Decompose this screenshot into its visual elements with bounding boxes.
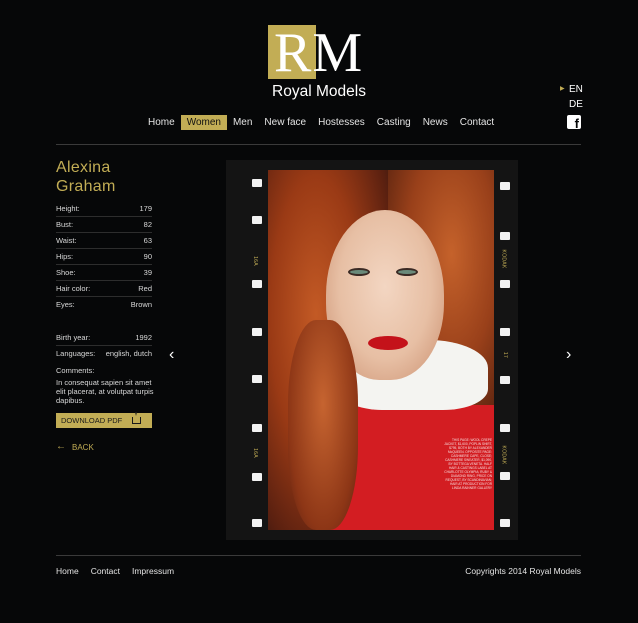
stat-row-hips: Hips: 90 xyxy=(56,249,152,265)
language-switcher: ▶ EN DE xyxy=(560,82,583,112)
film-sprocket xyxy=(500,280,510,288)
film-edge-label: 17 xyxy=(502,351,509,359)
film-sprocket xyxy=(500,232,510,240)
film-sprocket xyxy=(500,376,510,384)
language-de[interactable]: DE xyxy=(560,97,583,112)
photo-credits: THIS PAGE: WOOL CREPE JACKET, $1,600, PO… xyxy=(444,438,492,490)
footer-link-contact[interactable]: Contact xyxy=(91,566,120,576)
film-sprocket xyxy=(500,472,510,480)
model-measurements: Height: 179 Bust: 82 Waist: 63 Hips: 90 Shoe… xyxy=(56,201,152,313)
photo-lips xyxy=(368,336,408,350)
film-sprocket xyxy=(500,182,510,190)
film-sprocket xyxy=(252,328,262,336)
logo-initials: RM xyxy=(274,22,364,84)
back-link[interactable]: ← BACK xyxy=(56,442,94,452)
chevron-left-icon[interactable]: ‹ xyxy=(169,347,174,363)
nav-item-men[interactable]: Men xyxy=(227,115,258,130)
detail-row-birth-year: Birth year: 1992 xyxy=(56,330,152,346)
footer-divider xyxy=(56,555,581,556)
nav-item-home[interactable]: Home xyxy=(142,115,181,130)
chevron-right-icon[interactable]: › xyxy=(566,347,571,363)
footer-links: Home Contact Impressum xyxy=(56,566,174,576)
download-pdf-button[interactable]: DOWNLOAD PDF xyxy=(56,412,152,428)
film-edge-label: 16A xyxy=(251,256,258,266)
photo-hair xyxy=(288,320,358,530)
film-sprocket xyxy=(252,216,262,224)
comments-label: Comments: xyxy=(56,366,95,375)
film-sprocket xyxy=(500,519,510,527)
nav-item-new-face[interactable]: New face xyxy=(258,115,312,130)
film-edge-label: KODAK xyxy=(500,445,507,465)
model-first-name: Alexina xyxy=(56,159,111,176)
facebook-icon[interactable]: f xyxy=(567,115,581,130)
logo-brand-name: Royal Models xyxy=(272,83,366,100)
model-last-name: Graham xyxy=(56,178,116,195)
photo-eye xyxy=(396,268,418,276)
main-nav: Home Women Men New face Hostesses Castin… xyxy=(142,115,500,130)
nav-item-contact[interactable]: Contact xyxy=(454,115,500,130)
stat-row-eyes: Eyes: Brown xyxy=(56,300,152,309)
model-name: Alexina Graham xyxy=(56,158,116,196)
arrow-left-icon: ← xyxy=(56,441,66,452)
nav-item-news[interactable]: News xyxy=(417,115,454,130)
back-label: BACK xyxy=(72,442,94,452)
film-sprocket xyxy=(252,519,262,527)
photo-eye xyxy=(348,268,370,276)
film-edge-label: 16A xyxy=(251,448,258,458)
nav-item-hostesses[interactable]: Hostesses xyxy=(312,115,371,130)
film-sprocket xyxy=(252,473,262,481)
footer-link-impressum[interactable]: Impressum xyxy=(132,566,174,576)
active-language-arrow-icon: ▶ xyxy=(560,86,565,92)
stat-row-waist: Waist: 63 xyxy=(56,233,152,249)
stat-row-bust: Bust: 82 xyxy=(56,217,152,233)
stat-row-height: Height: 179 xyxy=(56,201,152,217)
language-label: EN xyxy=(569,84,583,95)
model-details: Birth year: 1992 Languages: english, dutch xyxy=(56,330,152,362)
comments-text: In consequat sapien sit amet elit placer… xyxy=(56,378,154,405)
detail-row-languages: Languages: english, dutch xyxy=(56,349,152,358)
film-sprocket xyxy=(252,179,262,187)
download-pdf-label: DOWNLOAD PDF xyxy=(61,416,123,425)
nav-item-women[interactable]: Women xyxy=(180,115,227,130)
language-en[interactable]: ▶ EN xyxy=(560,82,583,97)
footer-link-home[interactable]: Home xyxy=(56,566,79,576)
film-sprocket xyxy=(500,328,510,336)
stat-row-shoe: Shoe: 39 xyxy=(56,265,152,281)
film-sprocket xyxy=(500,424,510,432)
header-divider xyxy=(56,144,581,145)
nav-item-casting[interactable]: Casting xyxy=(371,115,417,130)
model-photo[interactable]: THIS PAGE: WOOL CREPE JACKET, $1,600, PO… xyxy=(268,170,494,530)
film-sprocket xyxy=(252,280,262,288)
stat-row-hair-color: Hair color: Red xyxy=(56,281,152,297)
film-sprocket xyxy=(252,424,262,432)
copyright: Copyrights 2014 Royal Models xyxy=(465,566,581,576)
language-label: DE xyxy=(569,99,583,110)
brand-logo[interactable]: RM Royal Models xyxy=(268,25,370,103)
film-edge-label: KODAK xyxy=(500,249,507,269)
film-sprocket xyxy=(252,375,262,383)
download-icon xyxy=(132,412,142,424)
